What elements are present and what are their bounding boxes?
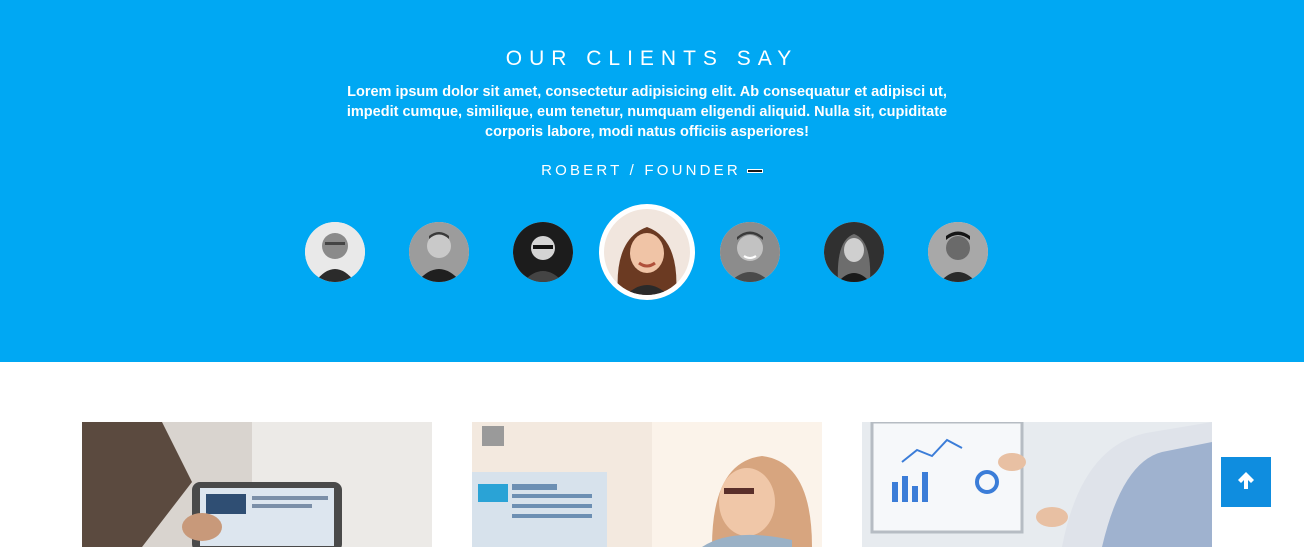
client-avatar-7[interactable] [928, 222, 988, 282]
client-avatars [0, 200, 1304, 310]
author-dash-icon [746, 168, 763, 173]
author-row: ROBERT / FOUNDER [0, 162, 1304, 179]
back-to-top-button[interactable] [1221, 457, 1271, 507]
client-avatar-3[interactable] [513, 222, 573, 282]
testimonials-section: OUR CLIENTS SAY Lorem ipsum dolor sit am… [0, 0, 1304, 362]
testimonial-quote: Lorem ipsum dolor sit amet, consectetur … [346, 84, 948, 140]
client-avatar-5[interactable] [720, 222, 780, 282]
client-avatar-4-active[interactable] [599, 204, 695, 300]
card-image-dashboard-woman[interactable] [472, 422, 822, 547]
arrow-up-icon [1235, 469, 1257, 496]
client-avatar-6[interactable] [824, 222, 884, 282]
card-image-office-tablet[interactable] [82, 422, 432, 547]
section-title: OUR CLIENTS SAY [505, 47, 799, 70]
cards-section [0, 362, 1304, 547]
client-avatar-2[interactable] [409, 222, 469, 282]
testimonial-author: ROBERT / FOUNDER [541, 162, 741, 179]
card-image-analytics-screen[interactable] [862, 422, 1212, 547]
client-avatar-1[interactable] [305, 222, 365, 282]
